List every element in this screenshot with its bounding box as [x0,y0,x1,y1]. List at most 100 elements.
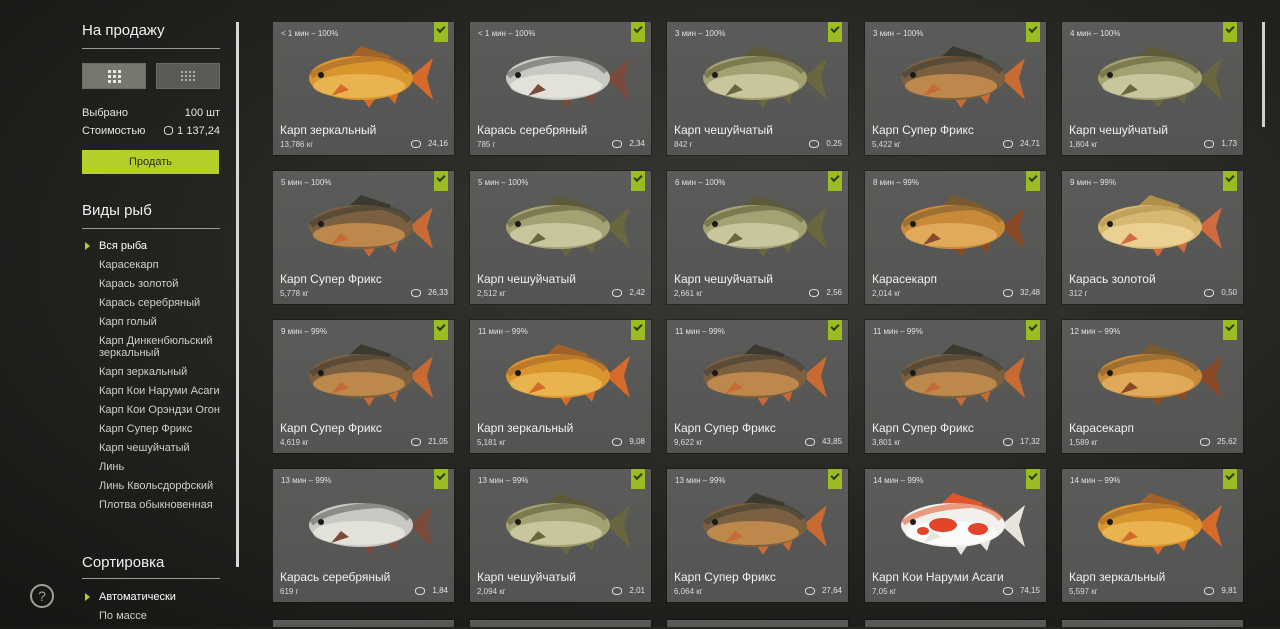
catch-time: 11 мин – 99% [675,327,725,336]
coin-icon [612,139,623,148]
check-icon[interactable] [828,469,842,489]
fish-price: 25,62 [1199,437,1237,446]
species-item[interactable]: Карп голый [82,316,232,328]
fish-weight: 1,804 кг [1069,140,1098,149]
check-icon[interactable] [631,320,645,340]
species-item[interactable]: Карп Кои Наруми Асаги [82,385,232,397]
fish-card[interactable]: < 1 мин – 100% Карась серебряный 785 г 2,34 [470,22,651,155]
fish-price-value: 25,62 [1216,437,1237,446]
fish-card[interactable]: 13 мин – 99% Карп Супер Фрикс 6,064 кг 27,6… [667,469,848,602]
fish-price-value: 24,16 [427,139,448,148]
fish-card[interactable]: 3 мин – 100% Карп чешуйчатый 842 г 0,25 [667,22,848,155]
fish-card[interactable]: 14 мин – 99% Карп зеркальный 5,597 кг 9,81 [1062,469,1243,602]
fish-price-value: 32,48 [1019,288,1040,297]
check-icon[interactable] [828,171,842,191]
species-item[interactable]: Линь Кволь­сдорфский [82,480,232,492]
fish-card[interactable] [273,620,454,627]
fish-card[interactable]: 13 мин – 99% Карась серебряный 619 г 1,84 [273,469,454,602]
coin-icon [1204,288,1215,297]
sidebar-scrollbar[interactable] [236,22,239,567]
check-icon[interactable] [1223,22,1237,42]
fish-name: Карп чешуйчатый [674,272,773,286]
check-icon[interactable] [828,320,842,340]
fish-card[interactable]: 8 мин – 99% Карасекарп 2,014 кг 32,48 [865,171,1046,304]
species-item[interactable]: Карп Кои Орэндзи Огон [82,404,232,416]
fish-card[interactable]: 5 мин – 100% Карп чешуйчатый 2,512 кг 2,42 [470,171,651,304]
fish-price-value: 9,81 [1221,586,1237,595]
sort-option[interactable]: По массе [82,610,232,622]
cost-label: Стоимостью [82,125,146,137]
catch-time: 9 мин – 99% [1070,178,1116,187]
fish-card[interactable]: 4 мин – 100% Карп чешуйчатый 1,804 кг 1,73 [1062,22,1243,155]
view-large-button[interactable] [82,63,146,89]
check-icon[interactable] [631,469,645,489]
species-item[interactable]: Карп Супер Фрикс [82,423,232,435]
fish-price: 26,33 [410,288,448,297]
fish-price: 9,81 [1204,586,1237,595]
check-icon[interactable] [1223,320,1237,340]
coin-icon [410,437,421,446]
species-item[interactable]: Карп чешуйчатый [82,442,232,454]
check-icon[interactable] [434,22,448,42]
grid-scrollbar[interactable] [1262,22,1265,127]
fish-price-value: 2,56 [826,288,842,297]
check-icon[interactable] [1026,469,1040,489]
fish-card[interactable]: 3 мин – 100% Карп Супер Фрикс 5,422 кг 24,7… [865,22,1046,155]
fish-card[interactable]: 5 мин – 100% Карп Супер Фрикс 5,778 кг 26,3… [273,171,454,304]
fish-price: 2,01 [612,586,645,595]
fish-card[interactable]: 13 мин – 99% Карп чешуйчатый 2,094 кг 2,01 [470,469,651,602]
fish-card[interactable]: 9 мин – 99% Карась золотой 312 г 0,50 [1062,171,1243,304]
fish-price-value: 2,01 [629,586,645,595]
check-icon[interactable] [631,22,645,42]
species-item[interactable]: Карасекарп [82,259,232,271]
check-icon[interactable] [1223,171,1237,191]
check-icon[interactable] [1026,22,1040,42]
help-icon[interactable]: ? [30,584,54,608]
fish-card[interactable] [1062,620,1243,627]
check-icon[interactable] [828,22,842,42]
fish-price: 27,64 [804,586,842,595]
sort-list: Автоматически По массе [82,591,232,629]
check-icon[interactable] [631,171,645,191]
check-icon[interactable] [434,171,448,191]
species-item[interactable]: Карп Динкенбюльский зеркальный [82,335,232,359]
fish-card[interactable] [667,620,848,627]
fish-card[interactable] [470,620,651,627]
fish-card[interactable]: 6 мин – 100% Карп чешуйчатый 2,661 кг 2,56 [667,171,848,304]
fish-card[interactable] [865,620,1046,627]
fish-name: Карп Супер Фрикс [280,421,382,435]
fish-weight: 5,422 кг [872,140,901,149]
check-icon[interactable] [434,469,448,489]
fish-weight: 6,064 кг [674,587,703,596]
species-item[interactable]: Карась серебряный [82,297,232,309]
cost-value: 1 137,24 [177,125,220,137]
check-icon[interactable] [1026,171,1040,191]
fish-card[interactable]: < 1 мин – 100% Карп зеркальный 13,786 кг 24… [273,22,454,155]
grid-large-icon [107,69,121,83]
species-item[interactable]: Вся рыба [82,240,232,252]
fish-weight: 7,05 кг [872,587,897,596]
species-item[interactable]: Карась золотой [82,278,232,290]
fish-name: Карп Супер Фрикс [872,421,974,435]
check-icon[interactable] [1026,320,1040,340]
fish-price-value: 21,05 [427,437,448,446]
fish-card[interactable]: 11 мин – 99% Карп Супер Фрикс 3,801 кг 17,3… [865,320,1046,453]
fish-card[interactable]: 14 мин – 99% Карп Кои Наруми Асаги 7,05 кг… [865,469,1046,602]
fish-card[interactable]: 11 мин – 99% Карп Супер Фрикс 9,622 кг 43,8… [667,320,848,453]
fish-price-value: 0,50 [1221,288,1237,297]
species-item[interactable]: Плотва обыкновенная [82,499,232,511]
check-icon[interactable] [434,320,448,340]
coin-icon [1002,586,1013,595]
fish-card[interactable]: 12 мин – 99% Карасекарп 1,589 кг 25,62 [1062,320,1243,453]
divider [82,48,220,49]
sell-button[interactable]: Продать [82,150,219,174]
catch-time: 5 мин – 100% [478,178,529,187]
sort-option[interactable]: Автоматически [82,591,232,603]
coin-icon [1204,139,1215,148]
check-icon[interactable] [1223,469,1237,489]
view-small-button[interactable] [156,63,220,89]
fish-card[interactable]: 9 мин – 99% Карп Супер Фрикс 4,619 кг 21,05 [273,320,454,453]
fish-card[interactable]: 11 мин – 99% Карп зеркальный 5,181 кг 9,08 [470,320,651,453]
species-item[interactable]: Линь [82,461,232,473]
species-item[interactable]: Карп зеркальный [82,366,232,378]
